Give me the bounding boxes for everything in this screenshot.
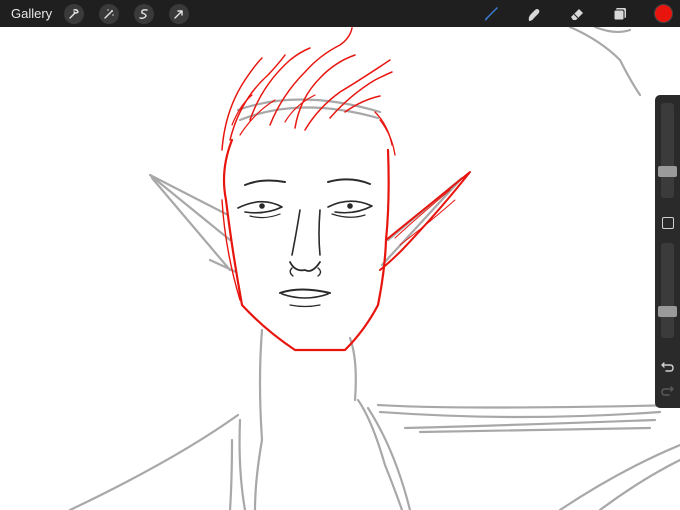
drawing-canvas[interactable] [0, 0, 680, 510]
transform-icon[interactable] [169, 3, 190, 24]
gallery-button[interactable]: Gallery [11, 6, 52, 21]
face-features [237, 178, 373, 308]
selection-icon[interactable] [134, 3, 155, 24]
opacity-slider[interactable] [658, 243, 677, 338]
top-toolbar: Gallery [0, 0, 680, 27]
red-sketch [221, 27, 471, 352]
sidebar [655, 95, 680, 408]
undo-icon[interactable] [660, 359, 675, 374]
brush-size-slider[interactable] [658, 103, 677, 198]
adjustments-icon[interactable] [99, 3, 120, 24]
opacity-handle[interactable] [658, 306, 677, 317]
layers-icon[interactable] [610, 4, 630, 24]
eraser-icon[interactable] [567, 4, 587, 24]
smudge-icon[interactable] [524, 4, 544, 24]
color-picker-button[interactable] [654, 4, 673, 23]
redo-icon[interactable] [660, 383, 675, 398]
modify-button[interactable] [662, 217, 674, 229]
right-tools [458, 0, 680, 27]
gray-sketch [68, 25, 680, 510]
brush-icon[interactable] [481, 4, 501, 24]
brush-size-handle[interactable] [658, 166, 677, 177]
actions-icon[interactable] [64, 3, 85, 24]
